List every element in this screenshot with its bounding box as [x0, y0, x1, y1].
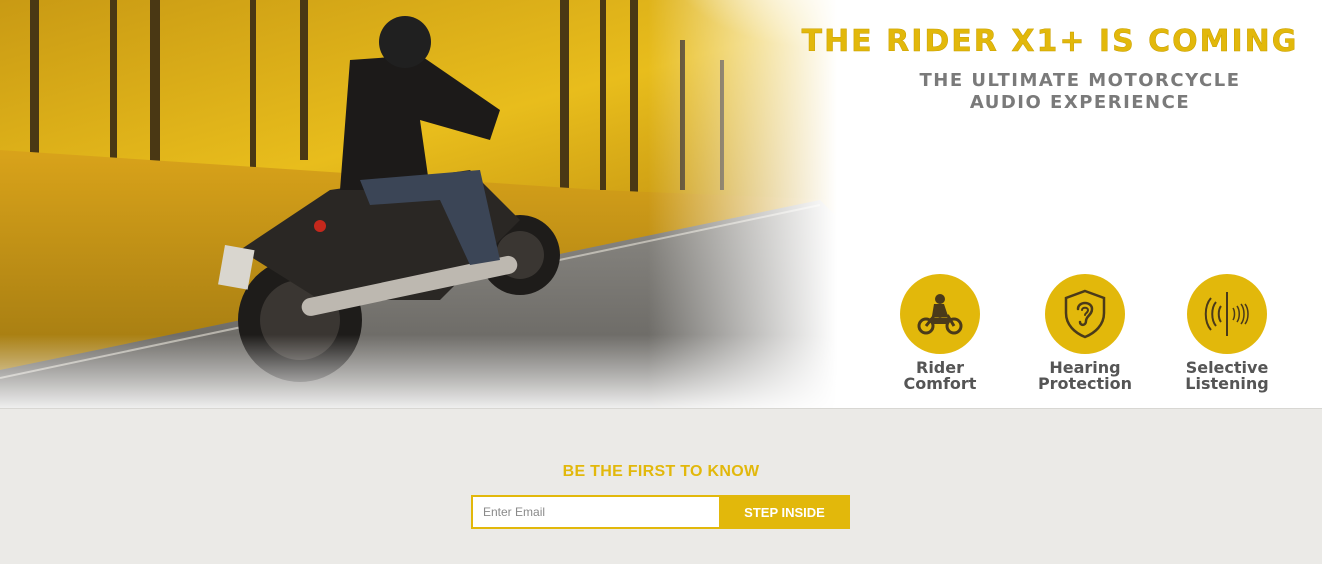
landing-page: THE RIDER X1+ IS COMING THE ULTIMATE MOT… [0, 0, 1322, 564]
ear-shield-icon [1045, 274, 1125, 354]
hero-section: THE RIDER X1+ IS COMING THE ULTIMATE MOT… [0, 0, 1322, 408]
signup-title: BE THE FIRST TO KNOW [562, 463, 760, 480]
step-inside-button[interactable]: STEP INSIDE [719, 495, 850, 529]
feature-label-line-2: Comfort [903, 374, 977, 393]
feature-label-line-2: Listening [1185, 374, 1269, 393]
signup-section: BE THE FIRST TO KNOW STEP INSIDE [0, 408, 1322, 564]
feature-label: Rider Comfort [880, 360, 1000, 392]
feature-hearing-protection: Hearing Protection [1025, 274, 1145, 392]
email-input[interactable] [471, 495, 721, 529]
feature-rider-comfort: Rider Comfort [880, 274, 1000, 392]
hero-image [0, 0, 900, 408]
subheadline-line-2: AUDIO EXPERIENCE [969, 92, 1191, 113]
motorcycle-rider-icon [900, 274, 980, 354]
hero-subheadline: THE ULTIMATE MOTORCYCLE AUDIO EXPERIENCE [850, 70, 1310, 114]
feature-label: Selective Listening [1167, 360, 1287, 392]
feature-label-line-2: Protection [1037, 374, 1133, 393]
feature-selective-listening: Selective Listening [1167, 274, 1287, 392]
subheadline-line-1: THE ULTIMATE MOTORCYCLE [919, 70, 1241, 91]
feature-list: Rider Comfort Hearing Protection Selecti… [880, 274, 1300, 404]
feature-label: Hearing Protection [1025, 360, 1145, 392]
hero-headline: THE RIDER X1+ IS COMING [801, 24, 1299, 60]
sound-waves-icon [1187, 274, 1267, 354]
